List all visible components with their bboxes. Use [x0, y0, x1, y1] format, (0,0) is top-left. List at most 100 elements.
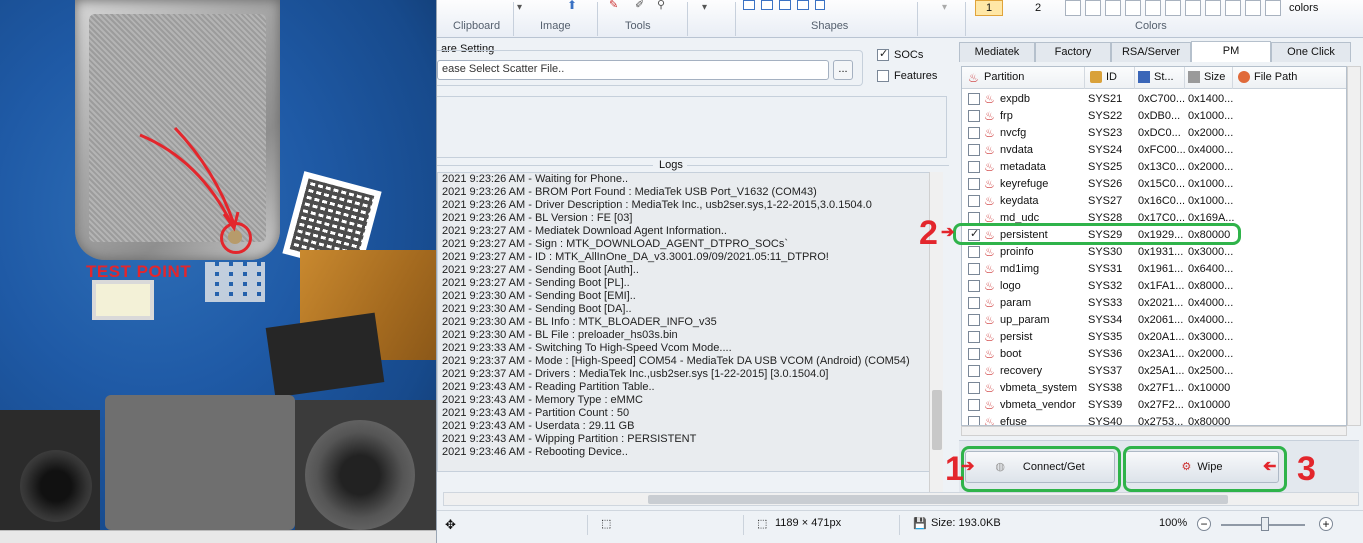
log-line: 2021 9:23:30 AM - BL Info : MTK_BLOADER_…: [442, 316, 717, 328]
arrow-shape-icon[interactable]: [797, 0, 809, 10]
partition-checkbox[interactable]: [968, 297, 980, 309]
test-point-label: TEST POINT: [86, 262, 192, 281]
color-2-button[interactable]: 2: [1035, 2, 1041, 14]
header-file-path[interactable]: File Path: [1238, 71, 1297, 84]
partition-row[interactable]: ♨ expdb SYS21 0xC700... 0x1400...: [962, 91, 1346, 108]
step2-highlight: [953, 223, 1241, 245]
partition-row[interactable]: ♨ up_param SYS34 0x2061... 0x4000...: [962, 312, 1346, 329]
partition-checkbox[interactable]: [968, 365, 980, 377]
partition-checkbox[interactable]: [968, 110, 980, 122]
partition-row[interactable]: ♨ md1img SYS31 0x1961... 0x6400...: [962, 261, 1346, 278]
partition-name: vbmeta_vendor: [1000, 399, 1076, 411]
partition-row[interactable]: ♨ recovery SYS37 0x25A1... 0x2500...: [962, 363, 1346, 380]
color-swatch[interactable]: [1265, 0, 1281, 16]
edit-colors-label[interactable]: colors: [1289, 2, 1318, 14]
partition-row[interactable]: ♨ param SYS33 0x2021... 0x4000...: [962, 295, 1346, 312]
partition-row[interactable]: ♨ vbmeta_system SYS38 0x27F1... 0x10000: [962, 380, 1346, 397]
tab-mediatek[interactable]: Mediatek: [959, 42, 1035, 62]
tab-one-click[interactable]: One Click: [1271, 42, 1351, 62]
partition-row[interactable]: ♨ proinfo SYS30 0x1931... 0x3000...: [962, 244, 1346, 261]
partition-checkbox[interactable]: [968, 280, 980, 292]
checkbox-icon[interactable]: [877, 47, 889, 62]
color-swatch[interactable]: [1105, 0, 1121, 16]
partition-checkbox[interactable]: [968, 246, 980, 258]
partition-row[interactable]: ♨ frp SYS22 0xDB0... 0x1000...: [962, 108, 1346, 125]
partition-row[interactable]: ♨ metadata SYS25 0x13C0... 0x2000...: [962, 159, 1346, 176]
color-swatch[interactable]: [1065, 0, 1081, 16]
partition-checkbox[interactable]: [968, 161, 980, 173]
color-1-button[interactable]: 1: [975, 0, 1003, 16]
partition-size: 0x6400...: [1188, 263, 1234, 275]
logs-box[interactable]: 2021 9:23:26 AM - Waiting for Phone.. 202…: [437, 172, 943, 472]
header-start[interactable]: St...: [1138, 71, 1174, 84]
partition-checkbox[interactable]: [968, 399, 980, 411]
zoom-out-button[interactable]: −: [1197, 517, 1211, 531]
color-swatch[interactable]: [1165, 0, 1181, 16]
partition-row[interactable]: ♨ keydata SYS27 0x16C0... 0x1000...: [962, 193, 1346, 210]
tab-rsa-server[interactable]: RSA/Server: [1111, 42, 1191, 62]
checkbox-icon[interactable]: [877, 70, 889, 83]
partition-name: vbmeta_system: [1000, 382, 1078, 394]
partition-checkbox[interactable]: [968, 144, 980, 156]
shape-more-icon[interactable]: [815, 0, 825, 10]
main-hscrollbar[interactable]: [443, 492, 1359, 506]
partition-checkbox[interactable]: [968, 93, 980, 105]
shape-options-icon[interactable]: ▾: [942, 2, 947, 13]
partition-checkbox[interactable]: [968, 416, 980, 425]
scatter-file-input[interactable]: ease Select Scatter File..: [437, 60, 829, 80]
hexagon-shape-icon[interactable]: [779, 0, 791, 10]
partition-checkbox[interactable]: [968, 263, 980, 275]
zoom-in-button[interactable]: +: [1319, 517, 1333, 531]
image-select-icon[interactable]: ⬆: [567, 0, 577, 12]
partition-row[interactable]: ♨ logo SYS32 0x1FA1... 0x8000...: [962, 278, 1346, 295]
color-swatch[interactable]: [1245, 0, 1261, 16]
magnifier-icon[interactable]: ⚲: [657, 0, 665, 11]
partition-row[interactable]: ♨ vbmeta_vendor SYS39 0x27F2... 0x10000: [962, 397, 1346, 414]
grid-scrollbar[interactable]: [1347, 66, 1361, 426]
partition-row[interactable]: ♨ efuse SYS40 0x2753... 0x80000: [962, 414, 1346, 425]
browse-button[interactable]: ...: [833, 60, 853, 80]
color-swatch[interactable]: [1185, 0, 1201, 16]
partition-checkbox[interactable]: [968, 314, 980, 326]
partition-checkbox[interactable]: [968, 195, 980, 207]
color-swatch[interactable]: [1085, 0, 1101, 16]
tab-pm[interactable]: PM: [1191, 41, 1271, 62]
chevron-down-icon[interactable]: ▾: [517, 2, 522, 13]
header-partition[interactable]: ♨ Partition: [968, 71, 1024, 85]
pentagon-shape-icon[interactable]: [761, 0, 773, 10]
socs-checkbox[interactable]: SOCs: [877, 47, 923, 62]
scroll-thumb[interactable]: [648, 495, 1228, 504]
partition-row[interactable]: ♨ nvdata SYS24 0xFC00... 0x4000...: [962, 142, 1346, 159]
header-id[interactable]: ID: [1090, 71, 1117, 84]
partition-size: 0x8000...: [1188, 280, 1234, 292]
features-label: Features: [894, 70, 938, 82]
color-swatch[interactable]: [1125, 0, 1141, 16]
fire-icon: ♨: [984, 262, 995, 276]
header-size[interactable]: Size: [1188, 71, 1225, 84]
zoom-slider-thumb[interactable]: [1261, 517, 1269, 531]
features-checkbox[interactable]: Features: [877, 70, 938, 83]
brushes-dropdown-icon[interactable]: ▾: [702, 2, 707, 13]
partition-id: SYS32: [1088, 280, 1123, 292]
partition-checkbox[interactable]: [968, 127, 980, 139]
file-path-icon: [1238, 71, 1250, 84]
partition-checkbox[interactable]: [968, 178, 980, 190]
fire-icon: ♨: [984, 381, 995, 395]
diamond-shape-icon[interactable]: [743, 0, 755, 10]
grid-hscrollbar[interactable]: [961, 426, 1347, 436]
tab-factory[interactable]: Factory: [1035, 42, 1111, 62]
partition-row[interactable]: ♨ boot SYS36 0x23A1... 0x2000...: [962, 346, 1346, 363]
partition-checkbox[interactable]: [968, 382, 980, 394]
color-swatch[interactable]: [1145, 0, 1161, 16]
color-swatch[interactable]: [1205, 0, 1221, 16]
partition-checkbox[interactable]: [968, 348, 980, 360]
log-line: 2021 9:23:27 AM - ID : MTK_AllInOne_DA_v…: [442, 251, 829, 263]
color-swatch[interactable]: [1225, 0, 1241, 16]
partition-row[interactable]: ♨ keyrefuge SYS26 0x15C0... 0x1000...: [962, 176, 1346, 193]
partition-row[interactable]: ♨ persist SYS35 0x20A1... 0x3000...: [962, 329, 1346, 346]
picker-icon[interactable]: ✐: [635, 0, 644, 11]
partition-row[interactable]: ♨ nvcfg SYS23 0xDC0... 0x2000...: [962, 125, 1346, 142]
logs-scroll-thumb[interactable]: [932, 390, 942, 450]
partition-checkbox[interactable]: [968, 331, 980, 343]
eraser-icon[interactable]: ✎: [609, 0, 618, 11]
